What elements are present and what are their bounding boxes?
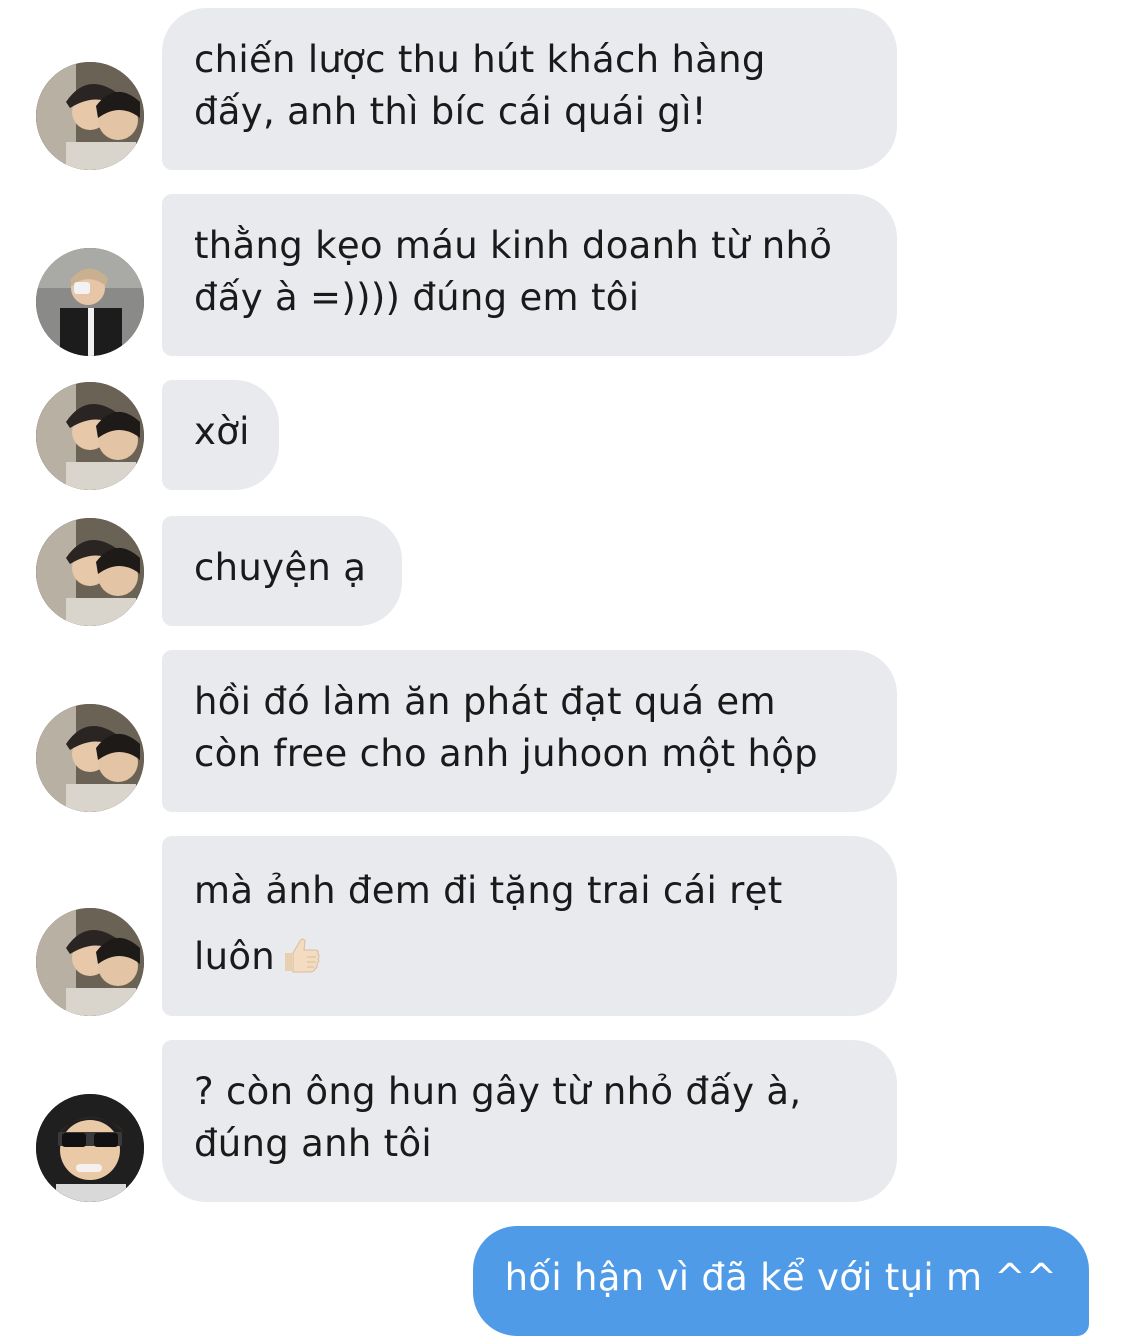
glasses-avatar-icon[interactable] bbox=[36, 1094, 144, 1202]
received-message-bubble[interactable]: thằng kẹo máu kinh doanh từ nhỏ đấy à =)… bbox=[162, 194, 897, 356]
message-text: chiến lược thu hút khách hàng bbox=[194, 38, 766, 81]
couple-avatar-icon[interactable] bbox=[36, 382, 144, 490]
message-text-with-emoji: luôn bbox=[194, 924, 865, 990]
couple-avatar-icon[interactable] bbox=[36, 704, 144, 812]
received-message-bubble[interactable]: ? còn ông hun gây từ nhỏ đấy à, đúng anh… bbox=[162, 1040, 897, 1202]
message-text: đúng anh tôi bbox=[194, 1122, 432, 1165]
message-text: hối hận vì đã kể với tụi m ^^ bbox=[504, 1256, 1057, 1299]
received-message-bubble[interactable]: hồi đó làm ăn phát đạt quá em còn free c… bbox=[162, 650, 897, 812]
sent-message-bubble[interactable]: hối hận vì đã kể với tụi m ^^ bbox=[472, 1226, 1089, 1336]
message-text: mà ảnh đem đi tặng trai cái rẹt bbox=[194, 869, 783, 912]
message-text: xời bbox=[194, 410, 250, 453]
message-text: ? còn ông hun gây từ nhỏ đấy à, bbox=[194, 1070, 802, 1113]
received-message-bubble[interactable]: chiến lược thu hút khách hàng đấy, anh t… bbox=[162, 8, 897, 170]
couple-avatar-icon[interactable] bbox=[36, 908, 144, 1016]
message-text: còn free cho anh juhoon một hộp bbox=[194, 732, 818, 775]
message-text: đấy, anh thì bíc cái quái gì! bbox=[194, 90, 707, 133]
message-text: thằng kẹo máu kinh doanh từ nhỏ bbox=[194, 224, 833, 267]
couple-avatar-icon[interactable] bbox=[36, 518, 144, 626]
message-text: chuyện ạ bbox=[194, 546, 367, 589]
message-text: đấy à =)))) đúng em tôi bbox=[194, 276, 640, 319]
message-text: luôn bbox=[194, 935, 276, 978]
message-text: hồi đó làm ăn phát đạt quá em bbox=[194, 680, 776, 723]
selfie-avatar-icon[interactable] bbox=[36, 248, 144, 356]
couple-avatar-icon[interactable] bbox=[36, 62, 144, 170]
received-message-bubble[interactable]: chuyện ạ bbox=[162, 516, 402, 626]
received-message-bubble[interactable]: mà ảnh đem đi tặng trai cái rẹt luôn bbox=[162, 836, 897, 1016]
thumbs-up-icon bbox=[281, 930, 321, 973]
received-message-bubble[interactable]: xời bbox=[162, 380, 279, 490]
